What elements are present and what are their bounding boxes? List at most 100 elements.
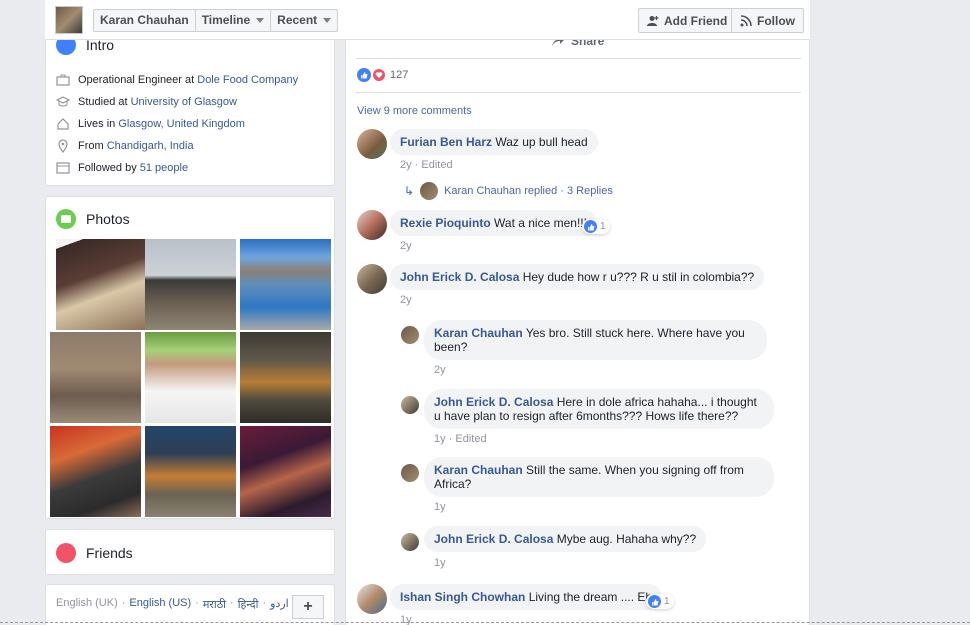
avatar[interactable]	[401, 464, 419, 482]
avatar[interactable]	[357, 584, 387, 614]
breadcrumb: Karan Chauhan Timeline Recent	[93, 9, 339, 32]
lang-hindi[interactable]: हिन्दी	[238, 597, 259, 612]
reply-author[interactable]: John Erick D. Calosa	[434, 532, 553, 546]
photo-9[interactable]	[240, 426, 331, 517]
like-reaction-icon	[648, 595, 661, 608]
reactions-summary[interactable]: 127	[357, 68, 408, 82]
work-prefix: Operational Engineer at	[78, 74, 198, 86]
avatar[interactable]	[401, 396, 419, 414]
photos-card: Photos	[45, 196, 335, 519]
add-friend-icon	[647, 15, 659, 26]
divider	[0, 622, 970, 623]
lang-en-uk: English (UK)	[56, 597, 118, 609]
photo-2[interactable]	[145, 239, 236, 330]
language-list: English (UK) · English (US) · मराठी · हि…	[56, 597, 289, 612]
friends-header: Friends	[56, 543, 133, 563]
more-languages-button[interactable]: +	[292, 595, 324, 619]
photo-7[interactable]	[50, 426, 141, 517]
lang-separator: ·	[230, 597, 234, 609]
reply-meta: 1y · Edited	[434, 433, 487, 445]
comment-meta: 1y	[400, 614, 412, 625]
graduation-cap-icon	[56, 96, 70, 107]
like-count: 1	[600, 221, 606, 232]
reply-author[interactable]: John Erick D. Calosa	[434, 395, 553, 409]
recent-dropdown[interactable]: Recent	[271, 10, 337, 31]
like-count: 1	[664, 596, 670, 607]
avatar[interactable]	[401, 326, 419, 344]
reply-bubble: Karan Chauhan Yes bro. Still stuck here.…	[424, 320, 767, 360]
photos-icon	[56, 209, 76, 229]
photo-1[interactable]	[56, 239, 147, 330]
comment-author[interactable]: Furian Ben Harz	[400, 135, 492, 149]
divider	[356, 92, 801, 93]
comment-author[interactable]: Rexie Pioquinto	[400, 216, 491, 230]
timeline-label: Timeline	[201, 13, 251, 27]
comment-bubble: Furian Ben Harz Waz up bull head	[390, 129, 598, 155]
photo-8[interactable]	[145, 426, 236, 517]
reply-author[interactable]: Karan Chauhan	[434, 463, 523, 477]
profile-name-link[interactable]: Karan Chauhan	[94, 10, 196, 31]
followed-prefix: Followed by	[78, 162, 140, 174]
reply-meta: 1y	[434, 501, 446, 513]
replier-name: Karan Chauhan	[444, 185, 522, 197]
avatar[interactable]	[401, 533, 419, 551]
divider	[356, 58, 801, 59]
friends-title[interactable]: Friends	[86, 545, 133, 561]
avatar[interactable]	[357, 210, 387, 240]
post-comments-panel: Share 127 View 9 more comments Furian Be…	[345, 0, 810, 625]
photo-4[interactable]	[50, 332, 141, 423]
friends-icon	[56, 543, 76, 563]
home-icon	[57, 118, 69, 130]
photo-5[interactable]	[145, 332, 236, 423]
reply-bubble: John Erick D. Calosa Mybe aug. Hahaha wh…	[424, 526, 707, 552]
languages-card: English (UK) · English (US) · मराठी · हि…	[45, 584, 335, 625]
comment-like-badge[interactable]: 1	[582, 219, 610, 234]
study-link[interactable]: University of Glasgow	[131, 96, 237, 108]
lives-prefix: Lives in	[78, 118, 119, 130]
reply-bubble: Karan Chauhan Still the same. When you s…	[424, 457, 774, 497]
replies-count: 3 Replies	[567, 185, 613, 197]
lang-marathi[interactable]: मराठी	[203, 597, 226, 612]
photos-title[interactable]: Photos	[86, 211, 130, 227]
timeline-dropdown[interactable]: Timeline	[196, 10, 272, 31]
work-row: Operational Engineer at Dole Food Compan…	[56, 73, 298, 87]
comment-like-badge[interactable]: 1	[646, 594, 674, 609]
avatar	[420, 182, 439, 200]
rss-icon	[740, 14, 752, 26]
comment-author[interactable]: Ishan Singh Chowhan	[400, 590, 525, 604]
lives-link[interactable]: Glasgow, United Kingdom	[118, 118, 245, 130]
profile-sticky-header: Karan Chauhan Timeline Recent Add Friend…	[45, 0, 810, 40]
intro-card: Intro Operational Engineer at Dole Food …	[45, 20, 335, 186]
study-prefix: Studied at	[78, 96, 131, 108]
photo-6[interactable]	[240, 332, 331, 423]
briefcase-icon	[56, 74, 70, 86]
chevron-down-icon	[256, 18, 265, 23]
followed-link[interactable]: 51 people	[140, 162, 188, 174]
avatar[interactable]	[357, 129, 387, 159]
comment-bubble: John Erick D. Calosa Hey dude how r u???…	[390, 264, 765, 290]
view-replies-link[interactable]: ↳ Karan Chauhan replied · 3 Replies	[404, 182, 613, 200]
add-friend-button[interactable]: Add Friend	[638, 8, 737, 33]
comment-bubble: Ishan Singh Chowhan Living the dream ...…	[390, 584, 663, 610]
reaction-count: 127	[390, 69, 409, 81]
comment-meta: 2y · Edited	[400, 159, 453, 171]
follow-button[interactable]: Follow	[731, 8, 804, 33]
comment-text: Hey dude how r u??? R u stil in colombia…	[522, 270, 755, 284]
lang-en-us[interactable]: English (US)	[129, 597, 191, 612]
avatar[interactable]	[357, 264, 387, 294]
lang-separator: ·	[195, 597, 199, 609]
recent-label: Recent	[277, 13, 318, 27]
reply-author[interactable]: Karan Chauhan	[434, 326, 523, 340]
work-link[interactable]: Dole Food Company	[197, 74, 298, 86]
view-more-comments-link[interactable]: View 9 more comments	[357, 105, 472, 117]
follow-label: Follow	[757, 13, 795, 28]
photo-3[interactable]	[240, 239, 331, 330]
lang-urdu[interactable]: اردو	[270, 597, 289, 612]
photos-header: Photos	[56, 209, 130, 229]
reply-bubble: John Erick D. Calosa Here in dole africa…	[424, 389, 774, 429]
comment-author[interactable]: John Erick D. Calosa	[400, 270, 519, 284]
friends-card: Friends	[45, 529, 335, 575]
like-reaction-icon	[357, 68, 371, 82]
profile-avatar[interactable]	[55, 6, 83, 34]
from-link[interactable]: Chandigarh, India	[107, 140, 194, 152]
